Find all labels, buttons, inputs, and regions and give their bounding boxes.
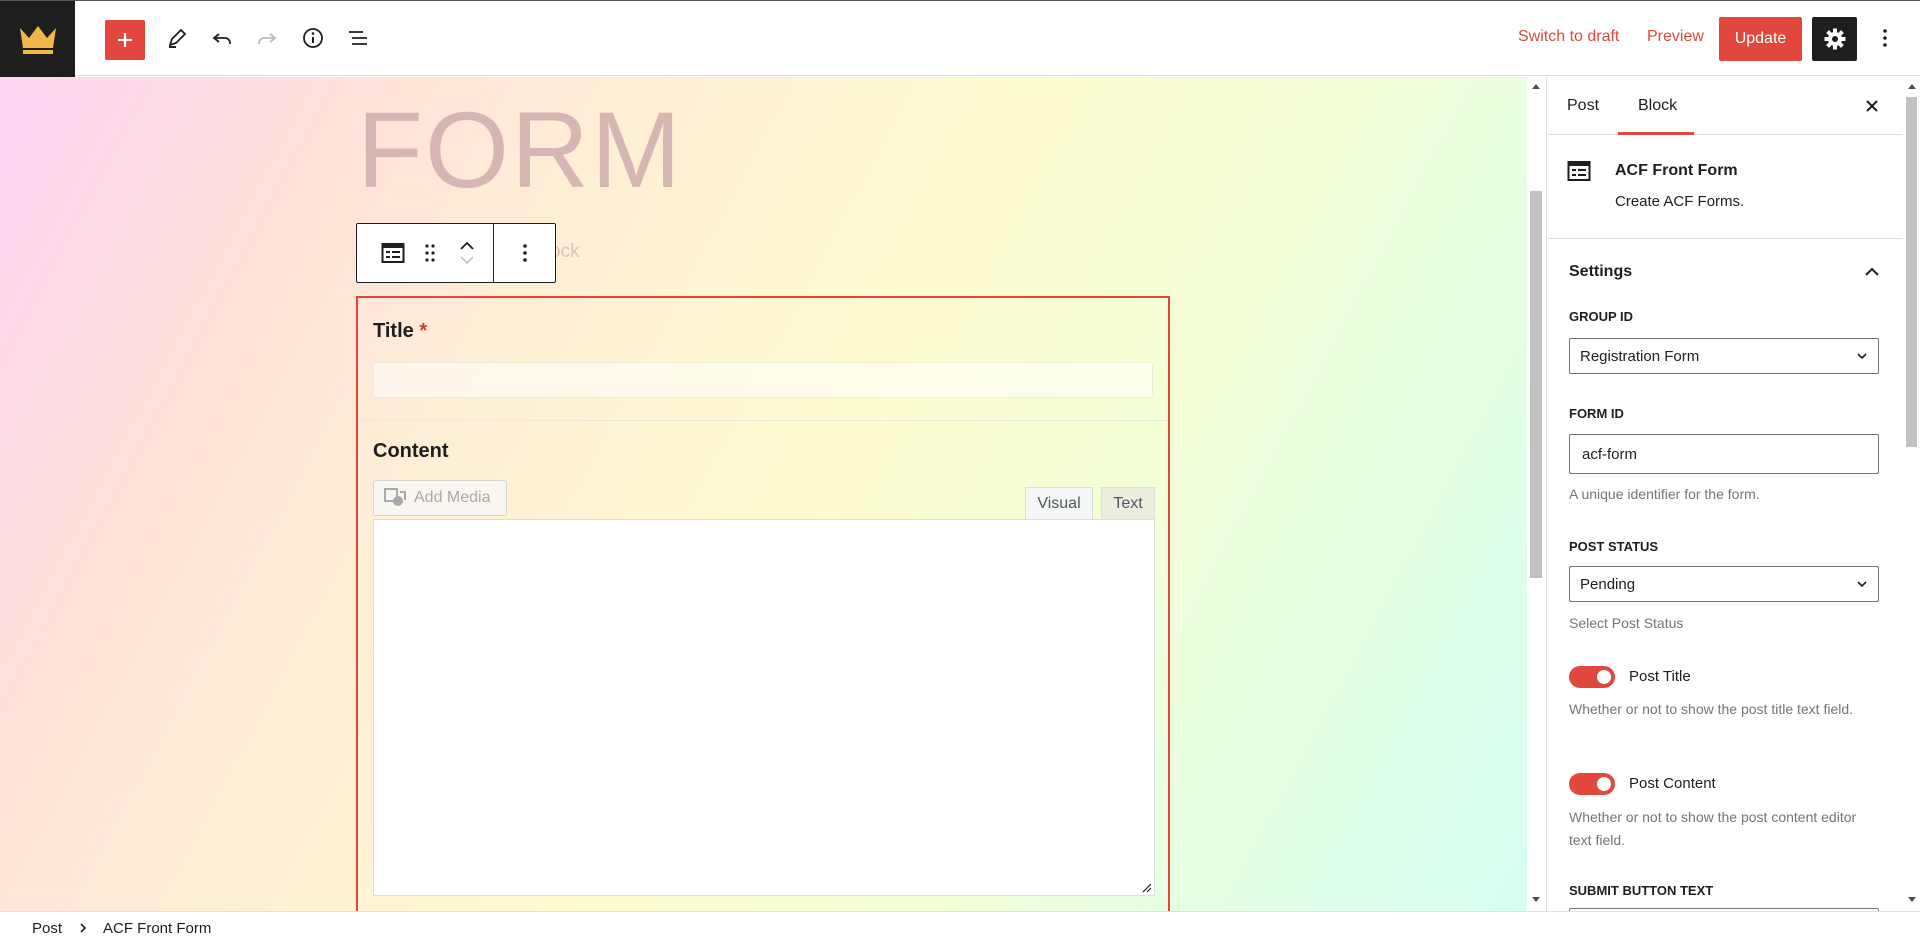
post-content-toggle[interactable] bbox=[1569, 773, 1615, 795]
breadcrumb-post[interactable]: Post bbox=[32, 920, 62, 937]
group-id-label: GROUP ID bbox=[1569, 309, 1634, 324]
settings-panel-heading[interactable]: Settings bbox=[1569, 263, 1632, 281]
block-type-button[interactable] bbox=[373, 233, 413, 273]
post-content-toggle-label[interactable]: Post Content bbox=[1629, 775, 1716, 792]
block-card-title: ACF Front Form bbox=[1615, 162, 1738, 179]
breadcrumb-block[interactable]: ACF Front Form bbox=[103, 920, 211, 937]
toggle-knob bbox=[1597, 670, 1611, 684]
chevron-right-icon bbox=[80, 923, 87, 933]
list-view-icon bbox=[349, 31, 367, 45]
list-view-button[interactable] bbox=[340, 20, 376, 56]
more-vertical-icon bbox=[522, 244, 527, 262]
title-field-label: Title * bbox=[373, 320, 427, 343]
form-id-label: FORM ID bbox=[1569, 406, 1624, 421]
post-title-heading[interactable]: FORM bbox=[357, 87, 683, 212]
resize-handle-icon[interactable] bbox=[1142, 883, 1152, 893]
gear-icon bbox=[1824, 28, 1845, 50]
canvas-scrollbar[interactable] bbox=[1527, 77, 1545, 911]
post-status-value: Pending bbox=[1580, 575, 1636, 593]
add-block-button[interactable] bbox=[105, 20, 145, 60]
drag-handle[interactable] bbox=[413, 233, 447, 273]
editor-canvas[interactable]: FORM ock Title * Content Add Media Visua… bbox=[0, 77, 1527, 911]
chevron-down-icon bbox=[1857, 353, 1867, 360]
editor-header: Switch to draft Preview Update bbox=[0, 0, 1920, 77]
redo-icon bbox=[258, 33, 277, 44]
post-status-select[interactable]: Pending bbox=[1569, 566, 1879, 602]
form-block-icon bbox=[381, 243, 405, 263]
post-status-label: POST STATUS bbox=[1569, 539, 1659, 554]
add-media-button[interactable]: Add Media bbox=[373, 480, 507, 516]
content-editor[interactable] bbox=[373, 519, 1155, 896]
sidebar-scrollbar[interactable] bbox=[1903, 77, 1920, 911]
collapse-settings-button[interactable] bbox=[1857, 257, 1887, 287]
sidebar-tabs: Post Block bbox=[1547, 77, 1903, 135]
title-input[interactable] bbox=[373, 362, 1153, 398]
info-icon bbox=[303, 28, 323, 48]
block-options-button[interactable] bbox=[494, 224, 555, 282]
drag-handle-icon bbox=[425, 244, 435, 262]
tab-post[interactable]: Post bbox=[1567, 97, 1599, 115]
scroll-up-icon[interactable] bbox=[1531, 82, 1541, 90]
post-status-help: Select Post Status bbox=[1569, 615, 1684, 631]
tab-visual[interactable]: Visual bbox=[1025, 487, 1093, 520]
undo-button[interactable] bbox=[204, 20, 240, 56]
scroll-up-icon[interactable] bbox=[1907, 82, 1917, 90]
block-card-description: Create ACF Forms. bbox=[1615, 193, 1745, 210]
breadcrumb: Post ACF Front Form bbox=[0, 911, 1920, 942]
close-sidebar-button[interactable] bbox=[1857, 91, 1887, 121]
site-logo[interactable] bbox=[0, 1, 75, 77]
acf-front-form-block[interactable]: Title * Content Add Media Visual Text bbox=[356, 296, 1170, 911]
field-divider bbox=[358, 420, 1168, 421]
redo-button[interactable] bbox=[249, 20, 285, 56]
move-controls bbox=[447, 239, 487, 267]
form-id-input[interactable]: acf-form bbox=[1569, 434, 1879, 474]
chevron-down-icon bbox=[1857, 581, 1867, 588]
add-media-label: Add Media bbox=[414, 489, 491, 506]
scroll-down-icon[interactable] bbox=[1907, 896, 1917, 904]
form-block-icon bbox=[1567, 161, 1591, 181]
move-up-icon[interactable] bbox=[458, 239, 476, 253]
post-content-help: Whether or not to show the post content … bbox=[1569, 809, 1857, 848]
post-title-toggle-label[interactable]: Post Title bbox=[1629, 668, 1691, 685]
plus-icon bbox=[118, 33, 132, 47]
details-button[interactable] bbox=[295, 20, 331, 56]
group-id-value: Registration Form bbox=[1580, 347, 1700, 365]
toggle-knob bbox=[1597, 777, 1611, 791]
sidebar-scroll-thumb[interactable] bbox=[1906, 97, 1917, 447]
chevron-up-icon bbox=[1865, 267, 1879, 276]
move-down-icon[interactable] bbox=[458, 253, 476, 267]
more-vertical-icon bbox=[1883, 29, 1887, 47]
canvas-scroll-thumb[interactable] bbox=[1530, 191, 1542, 578]
settings-sidebar: Post Block ACF Front Form Create ACF For… bbox=[1546, 77, 1903, 911]
block-card: ACF Front Form Create ACF Forms. bbox=[1547, 136, 1903, 239]
block-toolbar bbox=[356, 223, 556, 283]
title-label-text: Title bbox=[373, 320, 414, 342]
form-id-help: A unique identifier for the form. bbox=[1569, 486, 1760, 502]
group-id-select[interactable]: Registration Form bbox=[1569, 338, 1879, 374]
active-tab-indicator bbox=[1618, 132, 1694, 135]
pencil-icon bbox=[168, 28, 187, 48]
post-title-help: Whether or not to show the post title te… bbox=[1569, 701, 1854, 717]
settings-button[interactable] bbox=[1812, 17, 1857, 61]
switch-to-draft-button[interactable]: Switch to draft bbox=[1518, 28, 1619, 46]
preview-button[interactable]: Preview bbox=[1647, 28, 1704, 46]
required-mark: * bbox=[419, 320, 428, 342]
close-icon bbox=[1866, 100, 1878, 112]
post-title-toggle[interactable] bbox=[1569, 666, 1615, 688]
undo-icon bbox=[212, 33, 231, 44]
content-field-label: Content bbox=[373, 440, 449, 462]
scroll-down-icon[interactable] bbox=[1531, 896, 1541, 904]
options-button[interactable] bbox=[1867, 20, 1903, 56]
crown-logo-icon bbox=[19, 26, 56, 54]
tab-text[interactable]: Text bbox=[1101, 487, 1155, 520]
media-icon bbox=[384, 488, 406, 506]
update-button[interactable]: Update bbox=[1719, 17, 1802, 61]
submit-button-text-label: SUBMIT BUTTON TEXT bbox=[1569, 883, 1714, 898]
tab-block[interactable]: Block bbox=[1638, 97, 1677, 115]
tools-button[interactable] bbox=[159, 20, 195, 56]
